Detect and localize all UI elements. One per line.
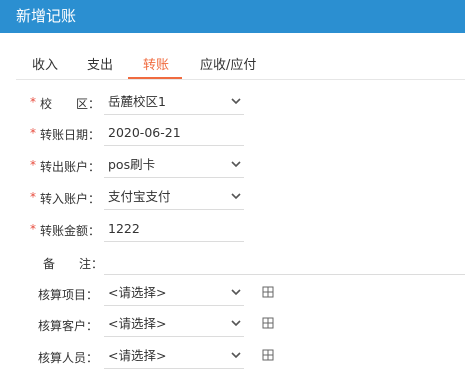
amount-row: * 转账金额： 1222 [0, 218, 465, 244]
out-account-value: pos刷卡 [108, 157, 156, 172]
tab-income[interactable]: 收入 [32, 54, 58, 73]
dialog-title-bar: 新增记账 [0, 0, 465, 33]
out-account-row: * 转出账户： pos刷卡 [0, 154, 465, 180]
project-value: <请选择> [108, 285, 167, 300]
amount-label: 转账金额： [40, 224, 101, 238]
date-label: 转账日期： [40, 128, 101, 142]
person-row: 核算人员： <请选择> [0, 345, 465, 371]
out-account-select[interactable]: pos刷卡 [104, 154, 244, 178]
chevron-down-icon [231, 320, 241, 327]
customer-select[interactable]: <请选择> [104, 313, 244, 337]
tab-receivable-payable[interactable]: 应收/应付 [200, 54, 256, 73]
chevron-down-icon [231, 352, 241, 359]
person-label: 核算人员： [38, 351, 99, 365]
note-label: 备 注： [43, 257, 104, 271]
required-marker: * [30, 95, 36, 109]
in-account-value: 支付宝支付 [108, 189, 171, 204]
campus-row: * 校 区： 岳麓校区1 [0, 91, 465, 117]
dialog-title: 新增记账 [16, 7, 77, 25]
required-marker: * [30, 190, 36, 204]
transfer-date-input[interactable]: 2020-06-21 [104, 122, 244, 146]
amount-input[interactable]: 1222 [104, 218, 244, 242]
project-label: 核算项目： [38, 288, 99, 302]
note-input[interactable] [104, 251, 465, 275]
grid-icon[interactable] [262, 317, 274, 329]
required-marker: * [30, 126, 36, 140]
required-marker: * [30, 158, 36, 172]
campus-select[interactable]: 岳麓校区1 [104, 91, 244, 115]
date-value: 2020-06-21 [108, 125, 181, 140]
person-value: <请选择> [108, 348, 167, 363]
tab-bar: 收入 支出 转账 应收/应付 [0, 44, 465, 80]
tab-divider [16, 79, 465, 80]
chevron-down-icon [231, 289, 241, 296]
chevron-down-icon [231, 161, 241, 168]
out-account-label: 转出账户： [40, 160, 101, 174]
tab-expense[interactable]: 支出 [87, 54, 113, 73]
tab-transfer[interactable]: 转账 [143, 54, 169, 73]
chevron-down-icon [231, 193, 241, 200]
project-select[interactable]: <请选择> [104, 282, 244, 306]
project-row: 核算项目： <请选择> [0, 282, 465, 308]
required-marker: * [30, 222, 36, 236]
grid-icon[interactable] [262, 286, 274, 298]
note-row: 备 注： [0, 251, 465, 277]
in-account-label: 转入账户： [40, 192, 101, 206]
customer-label: 核算客户： [38, 319, 99, 333]
campus-label: 校 区： [40, 97, 101, 111]
chevron-down-icon [231, 98, 241, 105]
customer-row: 核算客户： <请选择> [0, 313, 465, 339]
amount-value: 1222 [108, 221, 140, 236]
customer-value: <请选择> [108, 316, 167, 331]
person-select[interactable]: <请选择> [104, 345, 244, 369]
campus-value: 岳麓校区1 [108, 94, 166, 109]
in-account-select[interactable]: 支付宝支付 [104, 186, 244, 210]
date-row: * 转账日期： 2020-06-21 [0, 122, 465, 148]
grid-icon[interactable] [262, 349, 274, 361]
in-account-row: * 转入账户： 支付宝支付 [0, 186, 465, 212]
